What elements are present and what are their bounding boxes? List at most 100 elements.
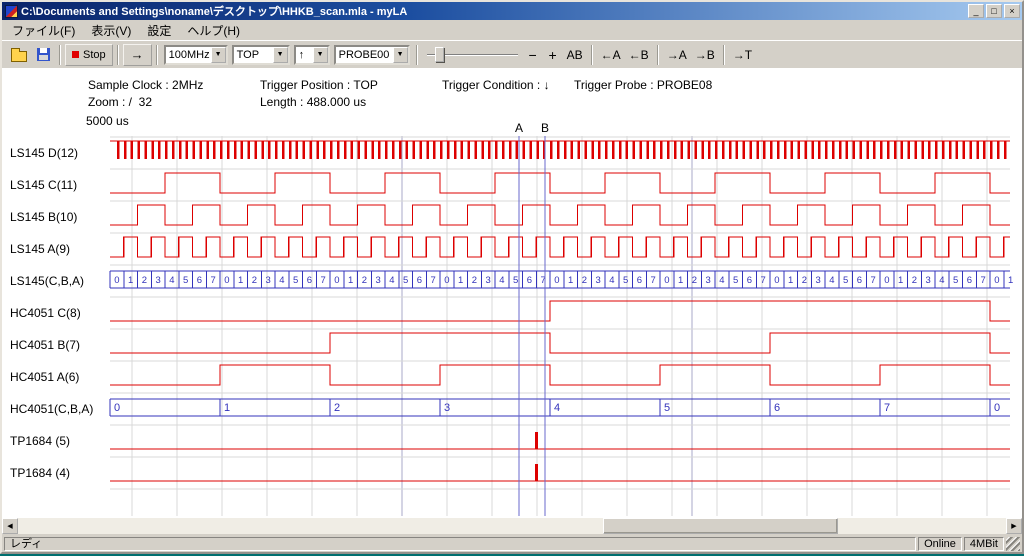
waveform-pulse xyxy=(550,141,553,159)
waveform-pulse xyxy=(213,141,216,159)
channel-label: LS145 A(9) xyxy=(10,242,70,256)
waveform-pulse xyxy=(523,141,526,159)
menu-file[interactable]: ファイル(F) xyxy=(4,20,83,41)
waveform-pulse xyxy=(248,141,251,159)
bus-value: 1 xyxy=(788,275,793,286)
waveform-pulse xyxy=(736,141,739,159)
channel-label: LS145 D(12) xyxy=(10,146,78,160)
waveform-trace xyxy=(110,173,1010,193)
waveform-pulse xyxy=(468,141,471,159)
waveform-pulse xyxy=(268,141,271,159)
trigger-probe-select[interactable]: PROBE00 ▼ xyxy=(334,45,410,65)
waveform-trace xyxy=(110,301,1010,321)
waveform-pulse xyxy=(990,141,993,159)
waveform-pulse xyxy=(193,141,196,159)
waveform-pulse xyxy=(234,141,237,159)
bus-value: 6 xyxy=(774,402,780,414)
open-button[interactable] xyxy=(7,44,31,66)
trigger-position-select[interactable]: TOP ▼ xyxy=(232,45,290,65)
bus-value: 1 xyxy=(678,275,683,286)
bus-value: 6 xyxy=(527,275,532,286)
waveform-trace xyxy=(110,205,1010,225)
toolbar-separator xyxy=(723,45,725,65)
bus-value: 6 xyxy=(747,275,752,286)
trigger-condition-text: Trigger Condition : ↓ xyxy=(442,78,550,92)
waveform-pulse xyxy=(619,141,622,159)
toolbar-separator xyxy=(156,45,158,65)
titlebar: C:\Documents and Settings\noname\デスクトップ\… xyxy=(2,2,1022,20)
resize-grip[interactable] xyxy=(1006,537,1020,551)
bus-value: 0 xyxy=(444,275,449,286)
menu-view[interactable]: 表示(V) xyxy=(83,20,139,41)
bus-value: 2 xyxy=(912,275,917,286)
scroll-track[interactable] xyxy=(18,518,1006,534)
waveform-pulse xyxy=(557,141,560,159)
waveform-pulse xyxy=(220,141,223,159)
goto-marker-b-left-button[interactable]: ←B xyxy=(625,45,653,65)
minimize-button[interactable]: _ xyxy=(968,4,984,18)
waveform-trace xyxy=(110,333,1010,353)
waveform-pulse xyxy=(825,141,828,159)
dropdown-arrow-icon: ▼ xyxy=(313,47,328,63)
waveform-pulse xyxy=(749,141,752,159)
bus-value: 3 xyxy=(375,275,380,286)
goto-marker-a-right-button[interactable]: →A xyxy=(663,45,691,65)
trigger-edge-select[interactable]: ↑ ▼ xyxy=(294,45,330,65)
waveform-pulse xyxy=(509,141,512,159)
close-button[interactable]: × xyxy=(1004,4,1020,18)
waveform-pulse xyxy=(880,141,883,159)
waveform-pulse xyxy=(289,141,292,159)
bus-value: 2 xyxy=(142,275,147,286)
maximize-button[interactable]: □ xyxy=(986,4,1002,18)
waveform-pulse xyxy=(488,141,491,159)
waveform-pulse xyxy=(261,141,264,159)
waveform-pulse xyxy=(399,141,402,159)
window-title: C:\Documents and Settings\noname\デスクトップ\… xyxy=(21,3,966,19)
bus-value: 4 xyxy=(499,275,504,286)
bus-value: 3 xyxy=(705,275,710,286)
run-button[interactable]: → xyxy=(123,44,152,66)
waveform-pulse xyxy=(206,141,209,159)
menu-settings[interactable]: 設定 xyxy=(139,20,179,41)
save-button[interactable] xyxy=(31,44,55,66)
slider-thumb[interactable] xyxy=(435,47,444,62)
waveform-pulse xyxy=(605,141,608,159)
zoom-slider[interactable] xyxy=(425,45,520,65)
bus-value: 6 xyxy=(307,275,312,286)
ab-span-button[interactable]: AB xyxy=(563,45,587,65)
sample-rate-select[interactable]: 100MHz ▼ xyxy=(164,45,228,65)
toolbar-separator xyxy=(657,45,659,65)
waveform-pulse xyxy=(413,141,416,159)
waveform-client-area: Sample Clock : 2MHz Trigger Position : T… xyxy=(2,68,1022,518)
bus-value: 6 xyxy=(637,275,642,286)
bus-value: 2 xyxy=(692,275,697,286)
bus-value: 4 xyxy=(389,275,394,286)
zoom-out-button[interactable]: − xyxy=(523,45,543,65)
waveform-pulse xyxy=(914,141,917,159)
waveform-trace xyxy=(110,365,1010,385)
horizontal-scrollbar[interactable]: ◀ ▶ xyxy=(2,518,1022,534)
waveform-pulse xyxy=(481,141,484,159)
waveform-pulse xyxy=(179,141,182,159)
scroll-left-icon[interactable]: ◀ xyxy=(2,518,18,534)
waveform-pulse xyxy=(516,141,519,159)
stop-button[interactable]: Stop xyxy=(65,44,113,66)
scroll-right-icon[interactable]: ▶ xyxy=(1006,518,1022,534)
bus-value: 1 xyxy=(224,402,230,414)
waveform-pulse xyxy=(639,141,642,159)
stop-icon xyxy=(72,51,79,58)
waveform-pulse xyxy=(351,141,354,159)
goto-marker-b-right-button[interactable]: →B xyxy=(691,45,719,65)
scroll-thumb[interactable] xyxy=(603,518,838,534)
goto-trigger-button[interactable]: →T xyxy=(729,45,756,65)
waveform-pulse xyxy=(433,141,436,159)
trigger-probe-text: Trigger Probe : PROBE08 xyxy=(574,78,712,92)
channel-label: LS145 B(10) xyxy=(10,210,77,224)
zoom-in-button[interactable]: + xyxy=(543,45,563,65)
bus-value: 0 xyxy=(224,275,229,286)
waveform-svg[interactable]: LS145 D(12)LS145 C(11)LS145 B(10)LS145 A… xyxy=(2,116,1018,520)
channel-label: HC4051 A(6) xyxy=(10,370,79,384)
menu-help[interactable]: ヘルプ(H) xyxy=(179,20,248,41)
waveform-pulse xyxy=(997,141,1000,159)
goto-marker-a-left-button[interactable]: ←A xyxy=(597,45,625,65)
